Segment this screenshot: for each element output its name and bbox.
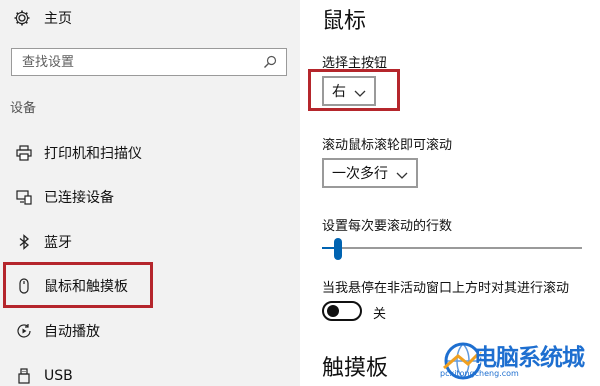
primary-button-highlight <box>308 69 400 111</box>
toggle-knob <box>327 305 339 317</box>
nav-item-printers[interactable]: 打印机和扫描仪 <box>0 133 300 173</box>
nav-item-usb[interactable]: USB <box>0 356 300 386</box>
search-input[interactable] <box>12 49 252 75</box>
printer-icon <box>13 142 35 164</box>
search-box[interactable] <box>11 48 287 76</box>
scroll-label: 滚动鼠标滚轮即可滚动 <box>322 138 453 153</box>
search-icon[interactable] <box>262 54 278 70</box>
selected-item-highlight <box>3 262 153 308</box>
nav-item-autoplay[interactable]: 自动播放 <box>0 311 300 351</box>
nav-home[interactable]: 主页 <box>0 0 300 36</box>
scroll-mode-value: 一次多行 <box>332 166 388 182</box>
usb-icon <box>13 365 35 386</box>
watermark: 电脑系统城 pcxitongcheng.com <box>440 336 598 386</box>
watermark-brand: 电脑系统城 <box>474 345 585 371</box>
inactive-scroll-label: 当我悬停在非活动窗口上方时对其进行滚动 <box>322 281 570 296</box>
nav-item-connected-devices[interactable]: 已连接设备 <box>0 177 300 217</box>
scroll-mode-select[interactable]: 一次多行 <box>322 158 418 188</box>
mouse-settings-panel: 鼠标 选择主按钮 右 滚动鼠标滚轮即可滚动 一次多行 设置每次要滚动的行数 当我… <box>300 0 600 386</box>
inactive-scroll-toggle[interactable] <box>322 301 362 321</box>
lines-label: 设置每次要滚动的行数 <box>322 219 453 234</box>
autoplay-icon <box>13 320 35 342</box>
nav-item-bluetooth[interactable]: 蓝牙 <box>0 222 300 262</box>
lines-slider-thumb[interactable] <box>333 238 342 260</box>
bluetooth-icon <box>13 231 35 253</box>
nav-group-title: 设备 <box>10 101 37 116</box>
gear-icon <box>11 7 33 29</box>
nav-item-label: 自动播放 <box>44 324 100 340</box>
nav-item-label: 打印机和扫描仪 <box>44 146 142 162</box>
touchpad-title: 触摸板 <box>322 356 389 381</box>
nav-item-label: 已连接设备 <box>44 190 114 206</box>
nav-home-label: 主页 <box>44 11 72 27</box>
connected-devices-icon <box>13 186 35 208</box>
settings-nav: 主页 设备 打印机和扫描仪 已连接设备 蓝牙 鼠标和触摸板 <box>0 0 300 386</box>
inactive-scroll-state: 关 <box>373 307 387 322</box>
watermark-url: pcxitongcheng.com <box>440 369 519 378</box>
page-title: 鼠标 <box>322 9 367 34</box>
nav-item-label: 蓝牙 <box>44 235 72 251</box>
chevron-down-icon <box>396 168 408 179</box>
nav-item-label: USB <box>44 368 73 384</box>
lines-slider-track[interactable] <box>322 247 582 249</box>
